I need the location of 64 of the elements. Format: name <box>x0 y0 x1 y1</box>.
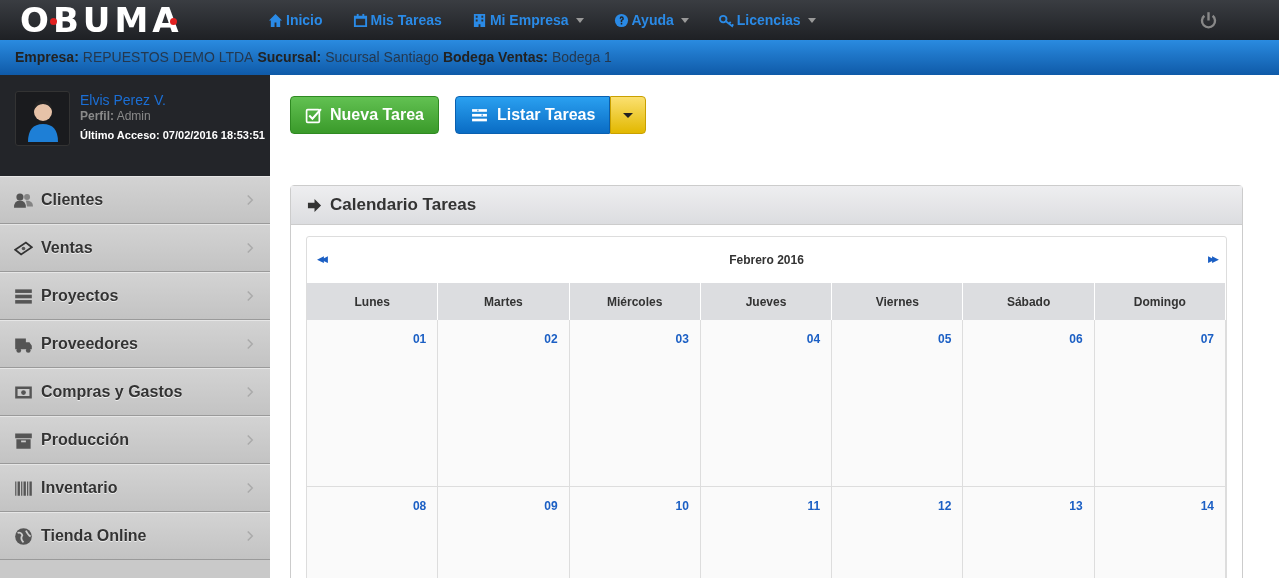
next-month-button[interactable]: ▶▶ <box>1208 253 1216 267</box>
day-cell[interactable]: 01 <box>307 320 439 487</box>
barcode-icon <box>14 478 33 498</box>
sidebar-item[interactable]: Clientes <box>0 176 270 224</box>
nav-link[interactable]: Inicio <box>268 9 323 31</box>
info-value: Bodega 1 <box>551 48 612 67</box>
sidebar-item[interactable]: Ventas <box>0 224 270 272</box>
day-cell[interactable]: 02 <box>438 320 570 487</box>
globe-icon <box>14 526 33 546</box>
logo[interactable]: OBUMA <box>0 0 235 40</box>
list-icon <box>470 106 489 124</box>
nav-link[interactable]: Mis Tareas <box>352 9 442 31</box>
sidebar-item[interactable]: Tienda Online <box>0 512 270 560</box>
arrow-right-icon <box>307 197 322 213</box>
day-cell[interactable]: 07 <box>1094 320 1226 487</box>
nav-link[interactable]: Mi Empresa <box>471 9 584 31</box>
home-icon <box>268 12 283 28</box>
weekday-header: Sábado <box>963 283 1095 320</box>
list-icon <box>14 286 33 306</box>
previous-month-button[interactable]: ◀◀ <box>317 253 325 267</box>
sidebar-item[interactable]: Proveedores <box>0 320 270 368</box>
day-cell[interactable]: 09 <box>438 487 570 578</box>
profile-name[interactable]: Elvis Perez V. <box>80 91 265 110</box>
info-value: REPUESTOS DEMO LTDA <box>82 48 254 67</box>
weekday-header: Martes <box>438 283 570 320</box>
day-cell[interactable]: 10 <box>569 487 701 578</box>
sidebar-item[interactable]: Inventario <box>0 464 270 512</box>
day-cell[interactable]: 05 <box>832 320 964 487</box>
sidebar-item[interactable]: Compras y Gastos <box>0 368 270 416</box>
nav-link[interactable]: Ayuda <box>613 9 689 31</box>
list-tasks-button[interactable]: Listar Tareas <box>455 96 611 134</box>
info-label: Bodega Ventas: <box>442 48 548 67</box>
key-icon <box>718 12 734 28</box>
info-label: Sucursal: <box>257 48 322 67</box>
day-cell[interactable]: 12 <box>832 487 964 578</box>
info-value: Sucursal Santiago <box>325 48 439 67</box>
dropdown-toggle-button[interactable] <box>610 96 647 134</box>
users-icon <box>14 190 33 210</box>
day-cell[interactable]: 03 <box>569 320 701 487</box>
info-label: Empresa: <box>15 48 79 67</box>
weekday-header: Jueves <box>700 283 833 320</box>
profile-role: Perfil: Admin <box>80 109 152 125</box>
nav-link[interactable]: Licencias <box>718 9 816 31</box>
avatar-placeholder <box>15 91 70 146</box>
month-title: Febrero 2016 <box>729 252 804 269</box>
weekday-header: Domingo <box>1094 283 1226 320</box>
day-cell[interactable]: 13 <box>963 487 1095 578</box>
sidebar-item[interactable]: Producción <box>0 416 270 464</box>
building-icon <box>471 12 487 28</box>
last-access: Último Acceso: 07/02/2016 18:53:51 <box>80 127 265 143</box>
panel-title: Calendario Tareas <box>330 194 477 217</box>
box-icon <box>14 430 33 450</box>
day-cell[interactable]: 04 <box>700 320 833 487</box>
calendar-icon <box>352 12 368 28</box>
checkbox-icon <box>305 106 322 124</box>
help-icon <box>613 12 629 28</box>
weekday-header: Viernes <box>832 283 964 320</box>
day-cell[interactable]: 11 <box>700 487 833 578</box>
day-cell[interactable]: 14 <box>1094 487 1226 578</box>
sidebar-item[interactable]: Proyectos <box>0 272 270 320</box>
day-cell[interactable]: 08 <box>307 487 439 578</box>
weekday-header: Miércoles <box>569 283 701 320</box>
day-cell[interactable]: 06 <box>963 320 1095 487</box>
weekday-header: Lunes <box>307 283 439 320</box>
